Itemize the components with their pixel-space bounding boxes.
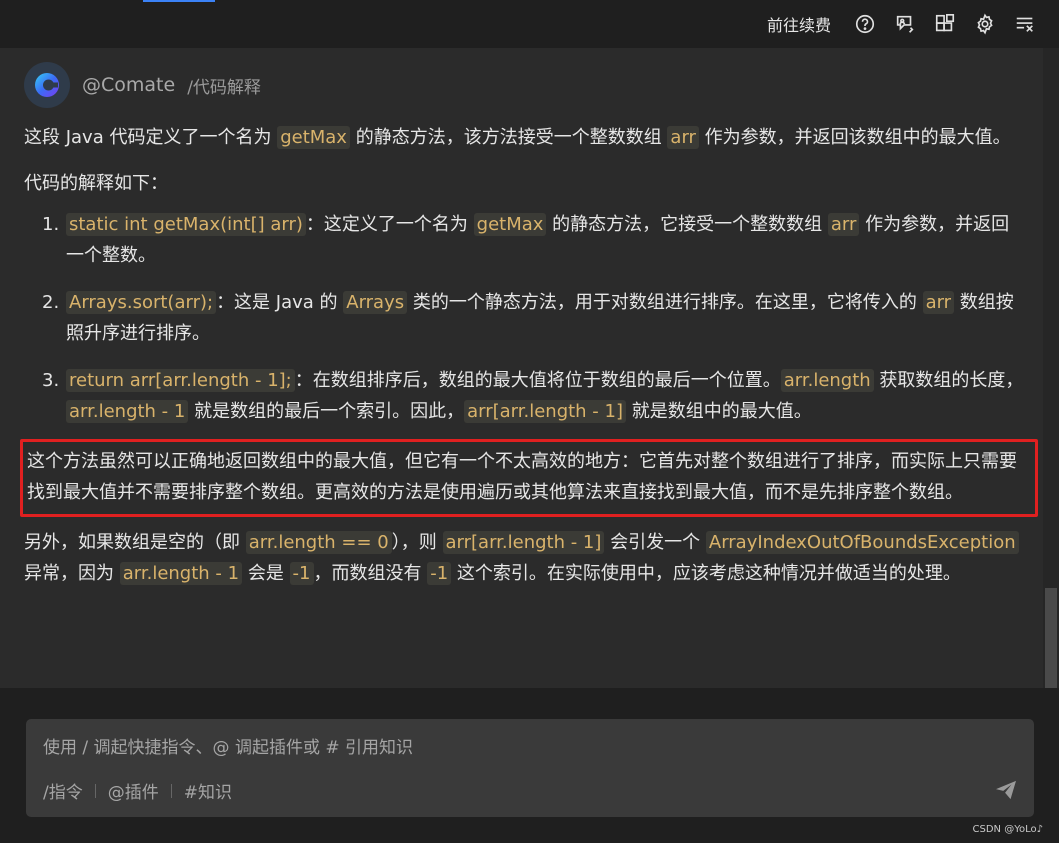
- inline-code: arr.length: [780, 369, 874, 392]
- chat-area: @Comate /代码解释 这段 Java 代码定义了一个名为 getMax 的…: [0, 48, 1043, 688]
- comate-logo-icon: [24, 62, 70, 108]
- command-tag: /代码解释: [187, 77, 261, 98]
- send-icon: [996, 780, 1016, 800]
- send-button[interactable]: [994, 779, 1018, 801]
- shortcut-knowledge-button[interactable]: #知识: [184, 778, 232, 803]
- intro-paragraph: 这段 Java 代码定义了一个名为 getMax 的静态方法，该方法接受一个整数…: [24, 126, 1011, 149]
- watermark: CSDN @YoLo♪: [972, 824, 1043, 835]
- help-icon[interactable]: [853, 12, 877, 36]
- highlight-text: 这个方法虽然可以正确地返回数组中的最大值，但它有一个不太高效的地方：它首先对整个…: [27, 451, 1017, 503]
- inline-code: ArrayIndexOutOfBoundsException: [705, 531, 1019, 554]
- composer-input[interactable]: 使用 / 调起快捷指令、@ 调起插件或 # 引用知识: [43, 733, 413, 758]
- list-item: 1. static int getMax(int[] arr) ：这定义了一个名为 …: [42, 213, 1010, 266]
- inline-code: arr.length == 0: [245, 531, 392, 554]
- shortcut-plugin-button[interactable]: @插件: [108, 778, 159, 803]
- inline-code: -1: [427, 562, 452, 585]
- inline-code: Arrays: [343, 291, 408, 314]
- list-item: 2. Arrays.sort(arr); ：这是 Java 的 Arrays 类的一…: [42, 291, 1014, 344]
- inline-code: getMax: [473, 213, 547, 236]
- explanation-list: 1. static int getMax(int[] arr) ：这定义了一个名为 …: [24, 209, 1024, 427]
- inline-code: arr[arr.length - 1]: [464, 400, 627, 423]
- gear-icon[interactable]: [973, 12, 997, 36]
- divider: [170, 783, 172, 798]
- renew-link[interactable]: 前往续费: [767, 12, 831, 36]
- shortcut-command-button[interactable]: /指令: [43, 778, 83, 803]
- divider: [94, 783, 96, 798]
- inline-code: arr: [922, 291, 955, 314]
- top-bar-actions: 前往续费: [767, 10, 1037, 38]
- inline-code: arr.length - 1: [66, 400, 189, 423]
- apps-icon[interactable]: [933, 12, 957, 36]
- inline-code: arr: [667, 126, 699, 149]
- message-content: 这段 Java 代码定义了一个名为 getMax 的静态方法，该方法接受一个整数…: [20, 122, 1038, 589]
- top-bar: 前往续费: [0, 0, 1059, 48]
- inline-code: Arrays.sort(arr);: [66, 291, 217, 314]
- explanation-heading: 代码的解释如下：: [24, 173, 168, 194]
- inline-code: arr[arr.length - 1]: [442, 531, 605, 554]
- inline-code: static int getMax(int[] arr): [66, 213, 306, 236]
- message-header: @Comate /代码解释: [24, 62, 261, 108]
- list-item: 3. return arr[arr.length - 1]; ：在数组排序后，数组的…: [42, 369, 1024, 423]
- inline-code: -1: [289, 562, 314, 585]
- closing-paragraph: 另外，如果数组是空的（即 arr.length == 0 ），则 arr[arr.…: [24, 527, 1024, 589]
- inline-code: arr: [827, 213, 860, 236]
- inline-code: getMax: [277, 126, 350, 149]
- inline-code: arr.length - 1: [119, 562, 243, 585]
- feedback-icon[interactable]: [893, 12, 917, 36]
- highlighted-paragraph: 这个方法虽然可以正确地返回数组中的最大值，但它有一个不太高效的地方：它首先对整个…: [20, 439, 1038, 517]
- bot-name: @Comate: [82, 74, 176, 96]
- chat-scrollbar-thumb[interactable]: [1045, 588, 1057, 688]
- chat-composer[interactable]: 使用 / 调起快捷指令、@ 调起插件或 # 引用知识 /指令 @插件 #知识: [26, 719, 1034, 817]
- active-tab-indicator: [143, 0, 215, 2]
- inline-code: return arr[arr.length - 1];: [66, 369, 295, 392]
- composer-shortcuts: /指令 @插件 #知识: [43, 778, 232, 803]
- clear-list-icon[interactable]: [1013, 12, 1037, 36]
